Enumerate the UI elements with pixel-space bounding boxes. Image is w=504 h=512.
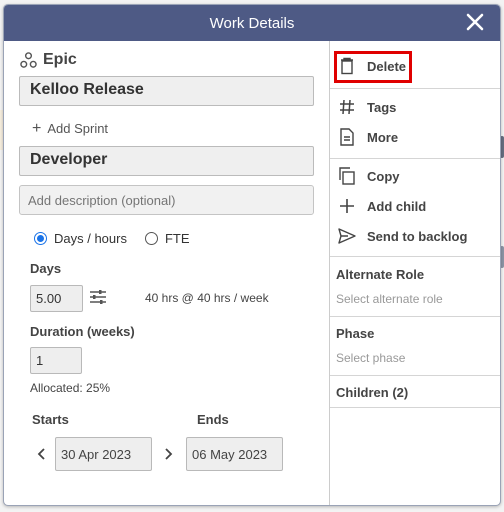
plus-icon: + — [32, 119, 42, 137]
more-label: More — [367, 129, 399, 145]
send-icon — [338, 228, 356, 244]
work-type-label: Epic — [43, 51, 77, 68]
divider — [330, 256, 500, 257]
end-date-field[interactable]: 06 May 2023 — [186, 437, 283, 471]
hours-summary: 40 hrs @ 40 hrs / week — [145, 291, 269, 305]
add-child-label: Add child — [367, 198, 427, 214]
epic-icon — [20, 51, 37, 68]
divider — [330, 375, 500, 376]
divider — [330, 407, 500, 408]
dialog-title: Work Details — [209, 14, 295, 32]
ends-label: Ends — [197, 412, 229, 427]
role-name-field[interactable]: Developer — [19, 146, 314, 176]
sliders-icon[interactable] — [89, 289, 107, 305]
copy-button[interactable]: Copy — [338, 167, 400, 185]
work-details-dialog: Work Details Epic Kelloo Release + Add S… — [3, 4, 501, 506]
radio-unchecked-icon — [144, 232, 158, 245]
days-input[interactable]: 5.00 — [30, 285, 83, 312]
copy-icon — [339, 167, 355, 185]
delete-button[interactable]: Delete — [338, 57, 406, 75]
radio-days-hours[interactable]: Days / hours — [34, 231, 127, 246]
starts-label: Starts — [32, 412, 69, 427]
work-type-row: Epic — [20, 51, 77, 69]
radio-checked-icon — [34, 232, 47, 245]
radio-days-hours-label: Days / hours — [54, 231, 127, 246]
phase-title: Phase — [336, 326, 375, 341]
radio-fte-label: FTE — [164, 231, 190, 246]
details-panel: Epic Kelloo Release + Add Sprint Develop… — [4, 41, 329, 505]
document-icon — [340, 128, 354, 146]
children-section[interactable]: Children (2) — [336, 385, 408, 400]
allocated-text: Allocated: 25% — [30, 381, 111, 395]
more-button[interactable]: More — [338, 128, 398, 146]
chevron-left-icon[interactable] — [36, 447, 48, 461]
close-button[interactable] — [464, 11, 486, 33]
actions-panel: Delete Tags More Copy Add child Send to … — [329, 41, 500, 505]
release-name-field[interactable]: Kelloo Release — [19, 76, 314, 106]
delete-label: Delete — [367, 58, 407, 74]
tags-button[interactable]: Tags — [338, 98, 396, 116]
radio-fte[interactable]: FTE — [144, 231, 190, 246]
divider — [330, 316, 500, 317]
trash-icon — [341, 57, 353, 75]
description-input[interactable] — [19, 185, 314, 215]
mode-radio-group: Days / hours FTE — [34, 231, 208, 246]
divider — [330, 158, 500, 159]
dialog-title-bar: Work Details — [4, 5, 500, 41]
chevron-right-icon[interactable] — [162, 447, 174, 461]
close-icon — [466, 13, 484, 31]
start-date-field[interactable]: 30 Apr 2023 — [55, 437, 152, 471]
alternate-role-title: Alternate Role — [336, 267, 425, 282]
duration-input[interactable]: 1 — [30, 347, 82, 374]
tags-label: Tags — [367, 99, 397, 115]
add-child-button[interactable]: Add child — [338, 197, 426, 215]
send-to-backlog-button[interactable]: Send to backlog — [338, 227, 467, 245]
divider — [330, 88, 500, 89]
phase-select[interactable]: Select phase — [336, 351, 405, 365]
send-to-backlog-label: Send to backlog — [367, 228, 468, 244]
add-sprint-button[interactable]: + Add Sprint — [32, 119, 109, 137]
alternate-role-select[interactable]: Select alternate role — [336, 292, 443, 306]
hashtag-icon — [340, 99, 354, 115]
plus-icon — [340, 199, 354, 213]
add-sprint-label: Add Sprint — [47, 121, 109, 136]
days-label: Days — [30, 261, 62, 276]
copy-label: Copy — [367, 168, 400, 184]
duration-label: Duration (weeks) — [30, 324, 135, 339]
